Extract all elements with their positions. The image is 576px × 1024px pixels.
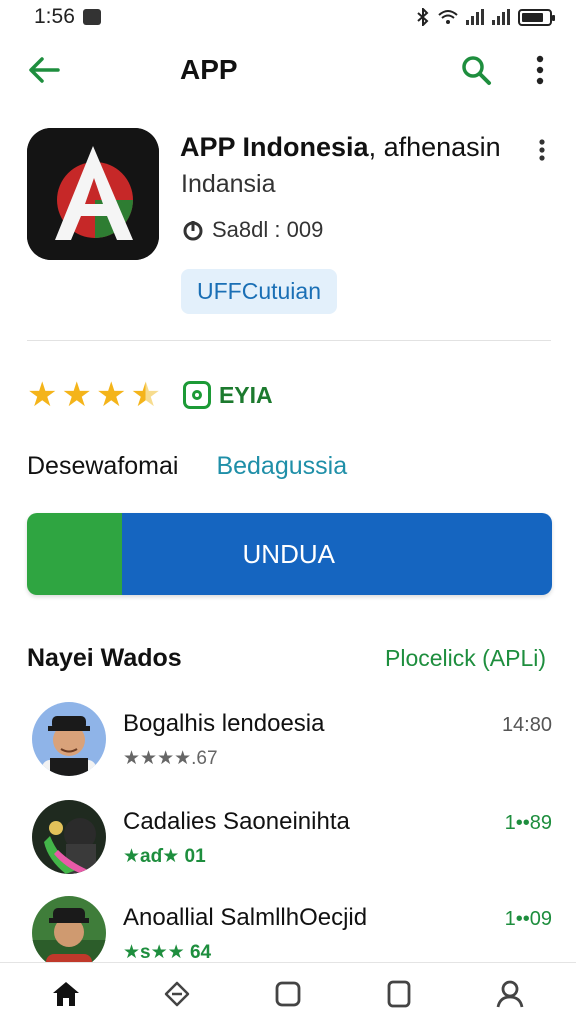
back-button[interactable] (24, 50, 64, 90)
star-icon: ★ (61, 376, 92, 414)
arrow-left-icon (29, 57, 60, 83)
review-name: Cadalies Saoneinihta (123, 808, 350, 835)
app-logo-icon (27, 128, 159, 260)
app-name-bold: APP Indonesia (180, 132, 369, 162)
status-icons (416, 8, 555, 26)
install-progress-fill (27, 513, 122, 595)
app-icon[interactable] (27, 128, 159, 260)
more-options-button[interactable] (522, 50, 558, 90)
language-label: Desewafomai (27, 452, 179, 480)
avatar-image (32, 702, 106, 776)
profile-icon (496, 980, 524, 1007)
tag-icon (164, 981, 190, 1006)
app-name-rest: , afhenasin (368, 132, 501, 162)
top-app-bar: APP (0, 40, 576, 100)
star-icon: ★ (95, 376, 127, 414)
star-rating: ★ ★ ★ ★ (27, 375, 161, 415)
page-title: APP (180, 54, 238, 85)
avatar-image (32, 800, 106, 874)
review-rating: ★aɗ★ 01 (123, 846, 206, 867)
page-icon (387, 980, 411, 1007)
nav-profile[interactable] (482, 966, 538, 1022)
app-developer[interactable]: Indansia (181, 170, 276, 199)
search-button[interactable] (456, 50, 496, 90)
install-button-label: UNDUA (121, 513, 552, 595)
avatar (32, 702, 106, 776)
avatar (32, 896, 106, 970)
app-name: APP Indonesia, afhenasin (180, 132, 501, 163)
signal-icon-2 (492, 9, 510, 25)
battery-icon (518, 8, 555, 26)
wifi-icon (438, 10, 458, 24)
category-chip[interactable]: UFFCutuian (181, 269, 337, 314)
review-time: 14:80 (501, 714, 552, 736)
star-half-icon: ★ (130, 376, 161, 414)
badge-icon (182, 381, 211, 409)
star-icon: ★ (27, 376, 58, 414)
review-item[interactable]: Bogalhis lendoesia ★★★★.67 14:80 (32, 702, 552, 778)
more-vert-icon (536, 55, 544, 85)
badge-label: EYIA (218, 381, 273, 408)
install-button[interactable]: UNDUA (27, 513, 552, 595)
bluetooth-icon (417, 8, 429, 26)
size-label: Sa8dl : 009 (212, 217, 324, 242)
divider (27, 340, 551, 341)
rating-row: ★ ★ ★ ★ EYIA (27, 375, 273, 415)
nav-offers[interactable] (149, 966, 205, 1022)
status-left: 1:56 (34, 5, 101, 29)
language-row: Desewafomai Bedagussia (27, 452, 347, 481)
nav-apps[interactable] (260, 966, 316, 1022)
more-vert-icon (539, 139, 545, 161)
language-value[interactable]: Bedagussia (216, 452, 347, 481)
reviews-title: Nayei Wados (27, 644, 182, 672)
review-rating: ★s★★ 64 (123, 942, 212, 963)
notification-icon (82, 9, 101, 25)
status-bar: 1:56 (0, 0, 576, 34)
nav-library[interactable] (371, 966, 427, 1022)
see-all-link[interactable]: Plocelick (APLi) (385, 645, 546, 672)
review-name: Bogalhis lendoesia (123, 710, 325, 737)
square-icon (275, 981, 301, 1006)
avatar-image (32, 896, 106, 970)
signal-icon (466, 9, 484, 25)
status-time: 1:56 (34, 5, 75, 28)
review-name: Anoallial SalmllhOecjid (123, 904, 368, 931)
review-time: 1••89 (504, 812, 552, 834)
review-item[interactable]: Cadalies Saoneinihta ★aɗ★ 01 1••89 (32, 800, 552, 876)
review-time: 1••09 (504, 908, 552, 930)
review-rating: ★★★★.67 (123, 748, 218, 769)
content-badge[interactable]: EYIA (182, 381, 273, 409)
review-item[interactable]: Anoallial SalmllhOecjid ★s★★ 64 1••09 (32, 896, 552, 972)
bottom-navigation (0, 962, 576, 1024)
size-row: Sa8dl : 009 (182, 217, 323, 243)
app-menu-button[interactable] (528, 136, 556, 164)
search-icon (462, 56, 491, 85)
nav-home[interactable] (38, 966, 94, 1022)
download-size-icon (183, 221, 203, 241)
home-icon (52, 981, 79, 1006)
avatar (32, 800, 106, 874)
